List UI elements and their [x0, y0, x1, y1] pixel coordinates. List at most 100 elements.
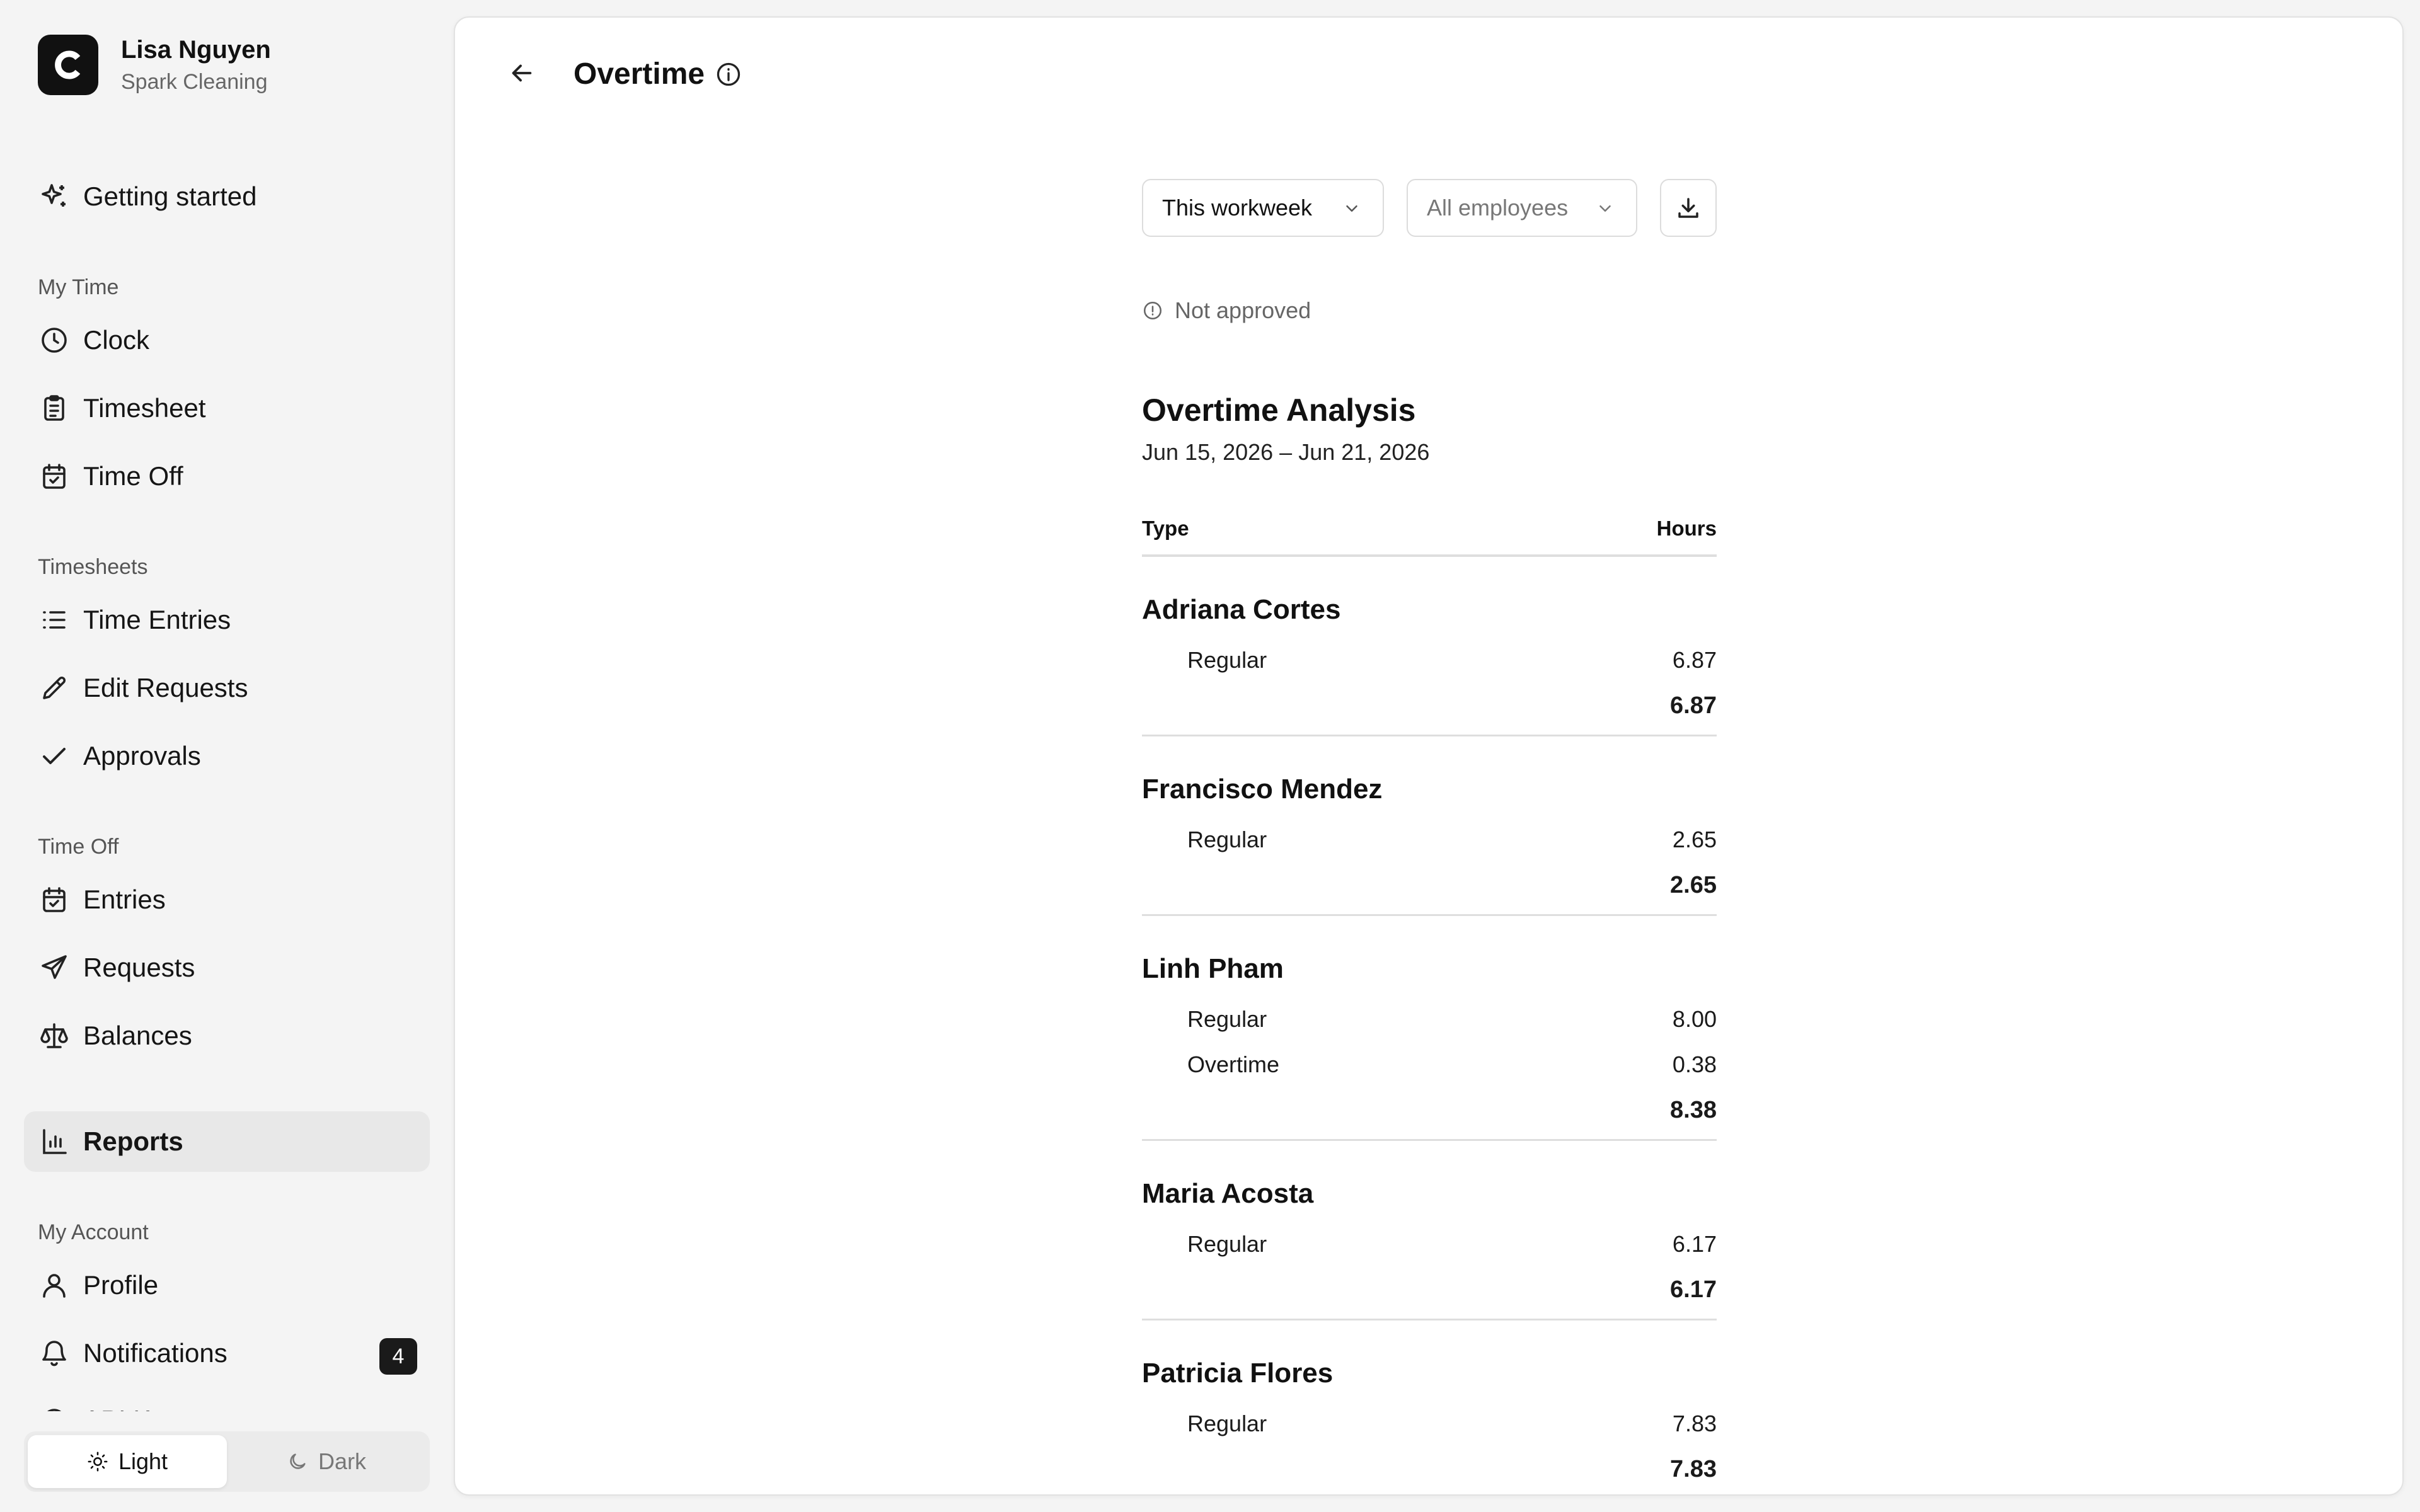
approval-status-text: Not approved — [1175, 297, 1311, 323]
total-row: 2.65 — [1142, 862, 1717, 908]
nav-label: Approvals — [83, 741, 201, 770]
total-row: 6.17 — [1142, 1267, 1717, 1312]
theme-dark-label: Dark — [318, 1448, 366, 1474]
theme-light-label: Light — [118, 1448, 168, 1474]
section-my-account: My Account — [38, 1220, 149, 1244]
nav-label: Getting started — [83, 181, 257, 211]
total-hours: 7.83 — [1670, 1455, 1717, 1482]
employee-group: Maria Acosta Regular 6.17 6.17 — [1142, 1141, 1717, 1320]
total-hours: 6.87 — [1670, 692, 1717, 719]
nav-label: Requests — [83, 953, 195, 982]
user-name: Lisa Nguyen — [121, 36, 271, 64]
employee-group: Patricia Flores Regular 7.83 7.83 — [1142, 1320, 1717, 1494]
table-row: Regular 8.00 — [1142, 997, 1717, 1042]
hour-value: 8.00 — [1672, 1006, 1717, 1032]
nav-label: API Keys — [83, 1405, 192, 1411]
report-title: Overtime Analysis — [1142, 392, 1416, 428]
sun-icon — [88, 1452, 108, 1472]
notifications-count-badge: 4 — [379, 1338, 417, 1375]
table-row: Regular 7.83 — [1142, 1401, 1717, 1446]
theme-dark-button[interactable]: Dark — [227, 1435, 426, 1488]
download-button[interactable] — [1660, 179, 1717, 237]
nav-label: Entries — [83, 885, 166, 914]
bell-icon — [38, 1337, 71, 1370]
nav-profile[interactable]: Profile — [24, 1255, 430, 1315]
alert-circle-icon — [1143, 301, 1162, 320]
period-select[interactable]: This workweek — [1142, 179, 1384, 237]
nav-label: Reports — [83, 1126, 183, 1156]
bar-chart-icon — [38, 1125, 71, 1158]
employee-name: Patricia Flores — [1142, 1358, 1334, 1389]
nav-label: Profile — [83, 1270, 159, 1300]
hour-type: Regular — [1187, 647, 1267, 673]
total-hours: 6.17 — [1670, 1276, 1717, 1303]
column-header-hours: Hours — [1656, 517, 1717, 540]
nav-label: Time Entries — [83, 605, 231, 634]
employee-name: Linh Pham — [1142, 953, 1284, 984]
hour-value: 6.87 — [1672, 647, 1717, 673]
table-row: Regular 6.87 — [1142, 638, 1717, 683]
employees-select-value: All employees — [1427, 195, 1569, 220]
chevron-down-icon — [1346, 205, 1357, 212]
download-icon — [1678, 198, 1698, 218]
organization-name: Spark Cleaning — [121, 70, 268, 94]
nav-notifications[interactable]: Notifications 4 — [24, 1323, 430, 1383]
nav-approvals[interactable]: Approvals — [24, 726, 430, 786]
clock-icon — [38, 324, 71, 357]
hour-type: Regular — [1187, 1231, 1267, 1257]
hour-value: 0.38 — [1672, 1051, 1717, 1077]
hour-type: Regular — [1187, 827, 1267, 852]
total-row: 6.87 — [1142, 683, 1717, 728]
theme-toggle: Light Dark — [24, 1431, 430, 1492]
employees-select[interactable]: All employees — [1407, 179, 1637, 237]
arrow-left-icon — [512, 64, 532, 82]
sidebar: Lisa Nguyen Spark Cleaning Getting start… — [0, 0, 454, 1512]
nav-edit-requests[interactable]: Edit Requests — [24, 658, 430, 718]
nav-time-off-entries[interactable]: Entries — [24, 869, 430, 930]
nav-timesheet[interactable]: Timesheet — [24, 378, 430, 438]
chevron-down-icon — [1599, 205, 1611, 212]
approval-status: Not approved — [1142, 297, 1311, 324]
total-row: 7.83 — [1142, 1446, 1717, 1492]
nav-label: Timesheet — [83, 393, 206, 423]
section-timesheets: Timesheets — [38, 555, 148, 579]
nav-label: Balances — [83, 1021, 192, 1050]
company-logo-icon — [38, 35, 98, 95]
employee-group: Francisco Mendez Regular 2.65 2.65 — [1142, 736, 1717, 916]
theme-light-button[interactable]: Light — [28, 1435, 227, 1488]
employee-group: Adriana Cortes Regular 6.87 6.87 — [1142, 557, 1717, 736]
nav-time-entries[interactable]: Time Entries — [24, 590, 430, 650]
nav-item-partially-hidden[interactable]: API Keys — [24, 1392, 430, 1411]
hour-type: Overtime — [1187, 1051, 1280, 1077]
employee-name: Maria Acosta — [1142, 1178, 1314, 1209]
page-title: Overtime — [573, 57, 705, 91]
employee-groups: Adriana Cortes Regular 6.87 6.87 Francis… — [1142, 557, 1717, 1494]
back-button[interactable] — [499, 50, 544, 96]
info-icon[interactable] — [715, 60, 742, 88]
sparkles-icon — [38, 180, 71, 213]
key-icon — [38, 1404, 71, 1411]
section-my-time: My Time — [38, 275, 119, 299]
nav-reports[interactable]: Reports — [24, 1111, 430, 1172]
nav-time-off-requests[interactable]: Requests — [24, 937, 430, 998]
employee-name: Adriana Cortes — [1142, 594, 1341, 625]
employee-group: Linh Pham Regular 8.00 Overtime 0.38 8.3… — [1142, 916, 1717, 1141]
check-icon — [38, 740, 71, 772]
account-switcher[interactable]: Lisa Nguyen Spark Cleaning — [38, 34, 271, 96]
hour-type: Regular — [1187, 1411, 1267, 1436]
nav-time-off[interactable]: Time Off — [24, 446, 430, 507]
nav-clock[interactable]: Clock — [24, 310, 430, 370]
nav-getting-started[interactable]: Getting started — [24, 166, 430, 227]
table-row: Regular 2.65 — [1142, 817, 1717, 862]
report-date-range: Jun 15, 2026 – Jun 21, 2026 — [1142, 439, 1430, 465]
total-row: 8.38 — [1142, 1087, 1717, 1133]
nav-balances[interactable]: Balances — [24, 1005, 430, 1066]
column-header-type: Type — [1142, 517, 1189, 540]
hour-value: 6.17 — [1672, 1231, 1717, 1257]
nav-label: Notifications — [83, 1338, 228, 1368]
table-row: Overtime 0.38 — [1142, 1042, 1717, 1087]
main-panel: Overtime This workweek All employees Not… — [454, 16, 2404, 1496]
calendar-check-icon — [38, 883, 71, 916]
user-icon — [38, 1269, 71, 1302]
scale-icon — [38, 1019, 71, 1052]
